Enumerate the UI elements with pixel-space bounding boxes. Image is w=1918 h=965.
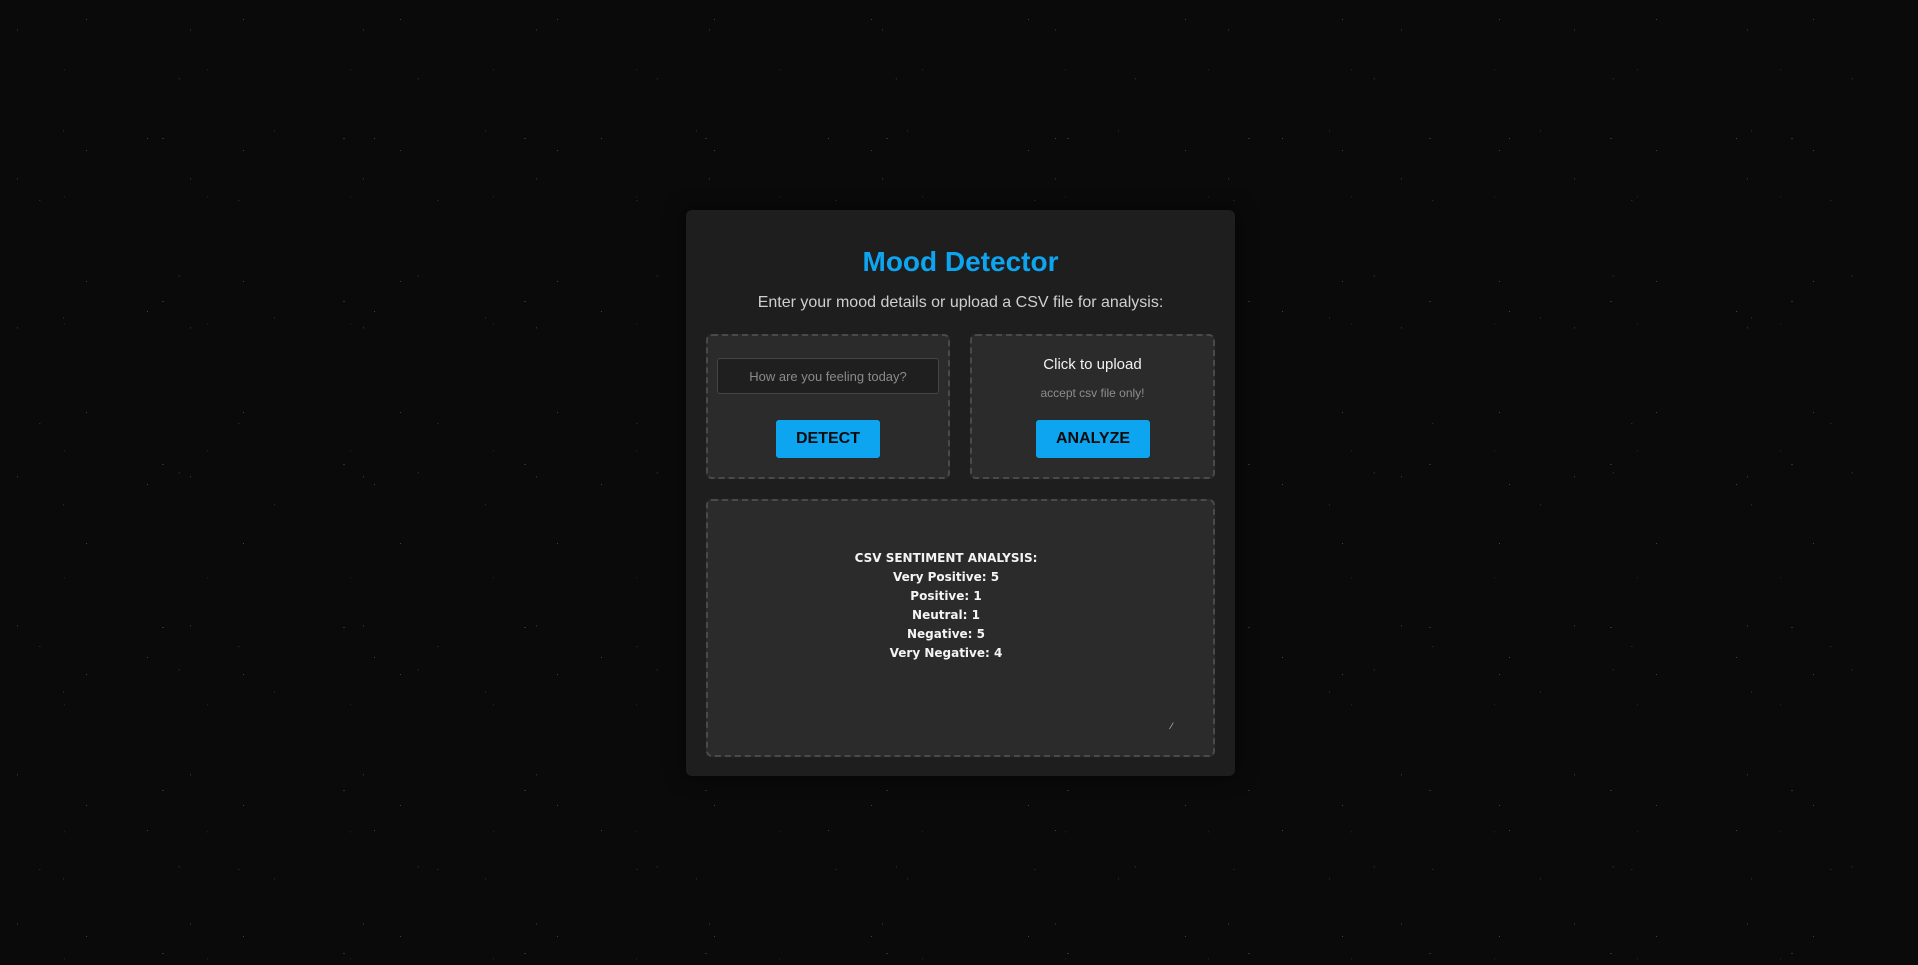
result-output: CSV SENTIMENT ANALYSIS: Very Positive: 5… — [726, 549, 1166, 663]
page-title: Mood Detector — [862, 246, 1059, 277]
page-subtitle: Enter your mood details or upload a CSV … — [757, 294, 1164, 311]
result-line-very-positive: Very Positive: 5 — [892, 570, 1000, 584]
upload-button[interactable]: Click to upload — [972, 356, 1213, 373]
result-textarea[interactable]: CSV SENTIMENT ANALYSIS: Very Positive: 5… — [706, 499, 1215, 757]
result-line-very-negative: Very Negative: 4 — [889, 646, 1003, 660]
resize-handle-icon[interactable]: ⁄ — [1171, 722, 1179, 731]
csv-upload-panel: Click to upload accept csv file only! AN… — [970, 334, 1215, 479]
mood-detector-card: Mood Detector Enter your mood details or… — [686, 210, 1235, 776]
result-line-negative: Negative: 5 — [906, 627, 985, 641]
mood-input[interactable] — [717, 358, 939, 394]
result-line-neutral: Neutral: 1 — [912, 608, 980, 622]
analyze-button[interactable]: ANALYZE — [1036, 420, 1150, 458]
result-heading: CSV SENTIMENT ANALYSIS: — [854, 551, 1038, 565]
text-mood-panel: DETECT — [706, 334, 950, 479]
result-line-positive: Positive: 1 — [910, 589, 982, 603]
detect-button[interactable]: DETECT — [776, 420, 880, 458]
upload-hint: accept csv file only! — [1040, 386, 1145, 400]
